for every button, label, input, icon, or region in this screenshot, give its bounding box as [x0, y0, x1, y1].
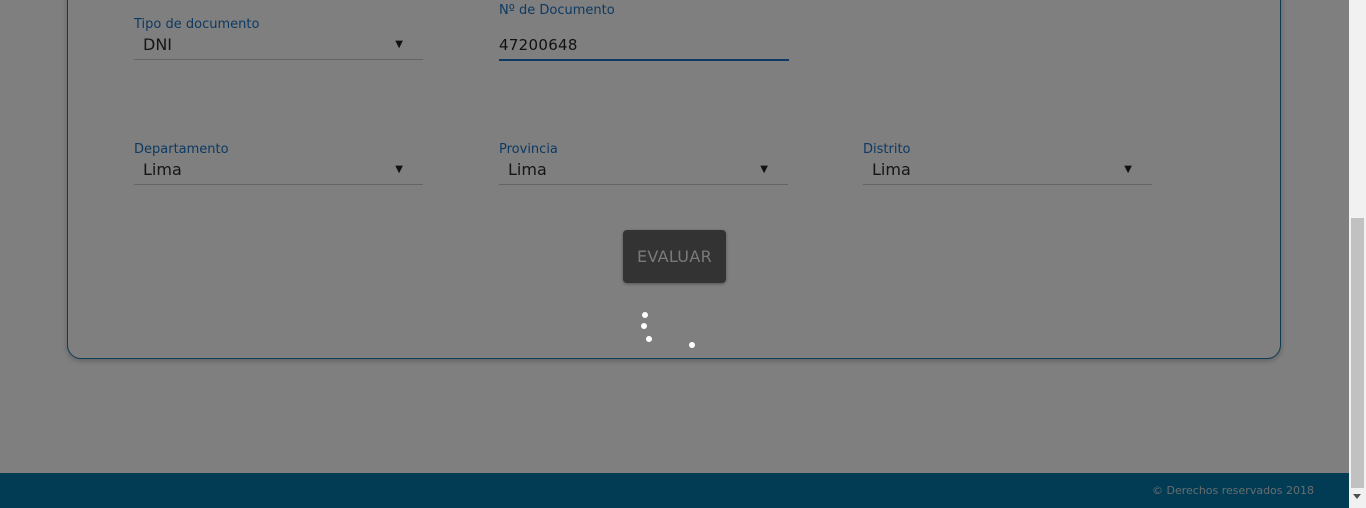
spinner-dot: [642, 312, 648, 318]
vertical-scrollbar[interactable]: [1349, 0, 1366, 508]
scroll-down-arrow-icon[interactable]: [1353, 494, 1361, 499]
loading-overlay: [0, 0, 1349, 508]
spinner-dot: [689, 342, 695, 348]
spinner-dot: [641, 323, 647, 329]
page: Tipo de documento DNI ▼ Nº de Documento …: [0, 0, 1349, 508]
scrollbar-thumb[interactable]: [1351, 218, 1364, 488]
spinner-dot: [646, 336, 652, 342]
